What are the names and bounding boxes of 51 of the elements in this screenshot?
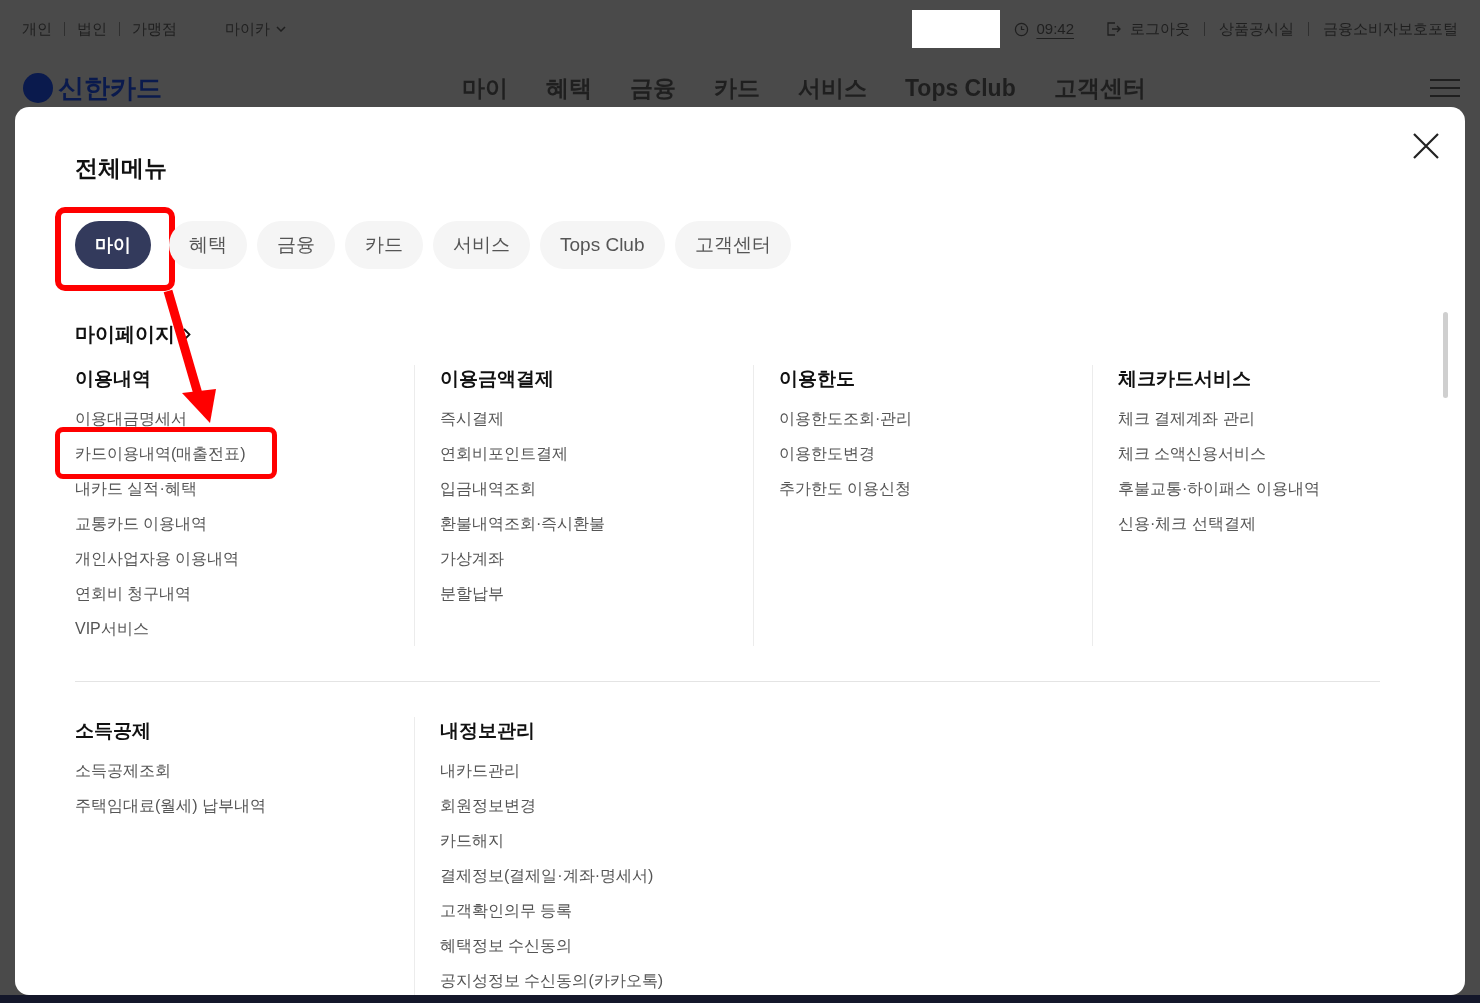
menu-link[interactable]: 회원정보변경 — [440, 793, 536, 818]
menu-link[interactable]: 결제정보(결제일·계좌·명세서) — [440, 863, 654, 888]
menu-link[interactable]: 환불내역조회·즉시환불 — [440, 511, 606, 536]
menu-link[interactable]: 이용한도변경 — [779, 441, 875, 466]
menu-link[interactable]: 고객확인의무 등록 — [440, 898, 573, 923]
menu-link[interactable]: 신용·체크 선택결제 — [1118, 511, 1256, 536]
menu-link[interactable]: 가상계좌 — [440, 546, 504, 571]
menu-link[interactable]: 내카드관리 — [440, 758, 520, 783]
chevron-right-icon — [183, 327, 191, 341]
group-heading: 이용내역 — [75, 367, 152, 391]
category-tab[interactable]: 카드 — [345, 221, 423, 269]
chevron-down-icon — [276, 26, 286, 32]
menu-link[interactable]: 이용한도조회·관리 — [779, 406, 913, 431]
menu-link[interactable]: 분할납부 — [440, 581, 504, 606]
close-icon[interactable] — [1412, 132, 1440, 160]
section-link[interactable]: 마이페이지 — [75, 319, 191, 349]
menu-link[interactable]: 체크 소액신용서비스 — [1118, 441, 1267, 466]
category-tab[interactable]: Tops Club — [540, 221, 665, 269]
menu-link[interactable]: 카드이용내역(매출전표) — [75, 441, 246, 466]
category-tab[interactable]: 고객센터 — [674, 221, 791, 269]
menu-link[interactable]: 즉시결제 — [440, 406, 504, 431]
category-tab[interactable]: 마이 — [75, 221, 151, 269]
scrollbar-thumb[interactable] — [1443, 312, 1448, 398]
menu-link[interactable]: 추가한도 이용신청 — [779, 476, 912, 501]
menu-link[interactable]: 연회비포인트결제 — [440, 441, 568, 466]
menu-link[interactable]: 교통카드 이용내역 — [75, 511, 208, 536]
group-heading: 내정보관리 — [440, 719, 536, 743]
category-tab[interactable]: 서비스 — [433, 221, 530, 269]
menu-link[interactable]: 카드해지 — [440, 828, 504, 853]
menu-link[interactable]: 혜택정보 수신동의 — [440, 933, 573, 958]
group-heading: 이용한도 — [779, 367, 856, 391]
group-heading: 체크카드서비스 — [1118, 367, 1252, 391]
clock-icon — [1014, 21, 1030, 37]
menu-link[interactable]: 체크 결제계좌 관리 — [1118, 406, 1255, 431]
menu-link[interactable]: 개인사업자용 이용내역 — [75, 546, 240, 571]
menu-link[interactable]: 후불교통·하이패스 이용내역 — [1118, 476, 1320, 501]
menu-link[interactable]: 연회비 청구내역 — [75, 581, 192, 606]
menu-link[interactable]: VIP서비스 — [75, 616, 149, 641]
group-heading: 이용금액결제 — [440, 367, 555, 391]
menu-link[interactable]: 주택임대료(월세) 납부내역 — [75, 793, 267, 818]
category-tab[interactable]: 혜택 — [169, 221, 247, 269]
category-tab[interactable]: 금융 — [257, 221, 335, 269]
logout-icon — [1106, 21, 1122, 37]
menu-link[interactable]: 이용대금명세서 — [75, 406, 187, 431]
menu-link[interactable]: 공지성정보 수신동의(카카오톡) — [440, 968, 664, 993]
menu-link[interactable]: 내카드 실적·혜택 — [75, 476, 197, 501]
menu-link[interactable]: 입금내역조회 — [440, 476, 536, 501]
menu-icon[interactable] — [1430, 78, 1460, 98]
menu-link[interactable]: 소득공제조회 — [75, 758, 171, 783]
group-heading: 소득공제 — [75, 719, 152, 743]
menu-title: 전체메뉴 — [75, 154, 168, 183]
